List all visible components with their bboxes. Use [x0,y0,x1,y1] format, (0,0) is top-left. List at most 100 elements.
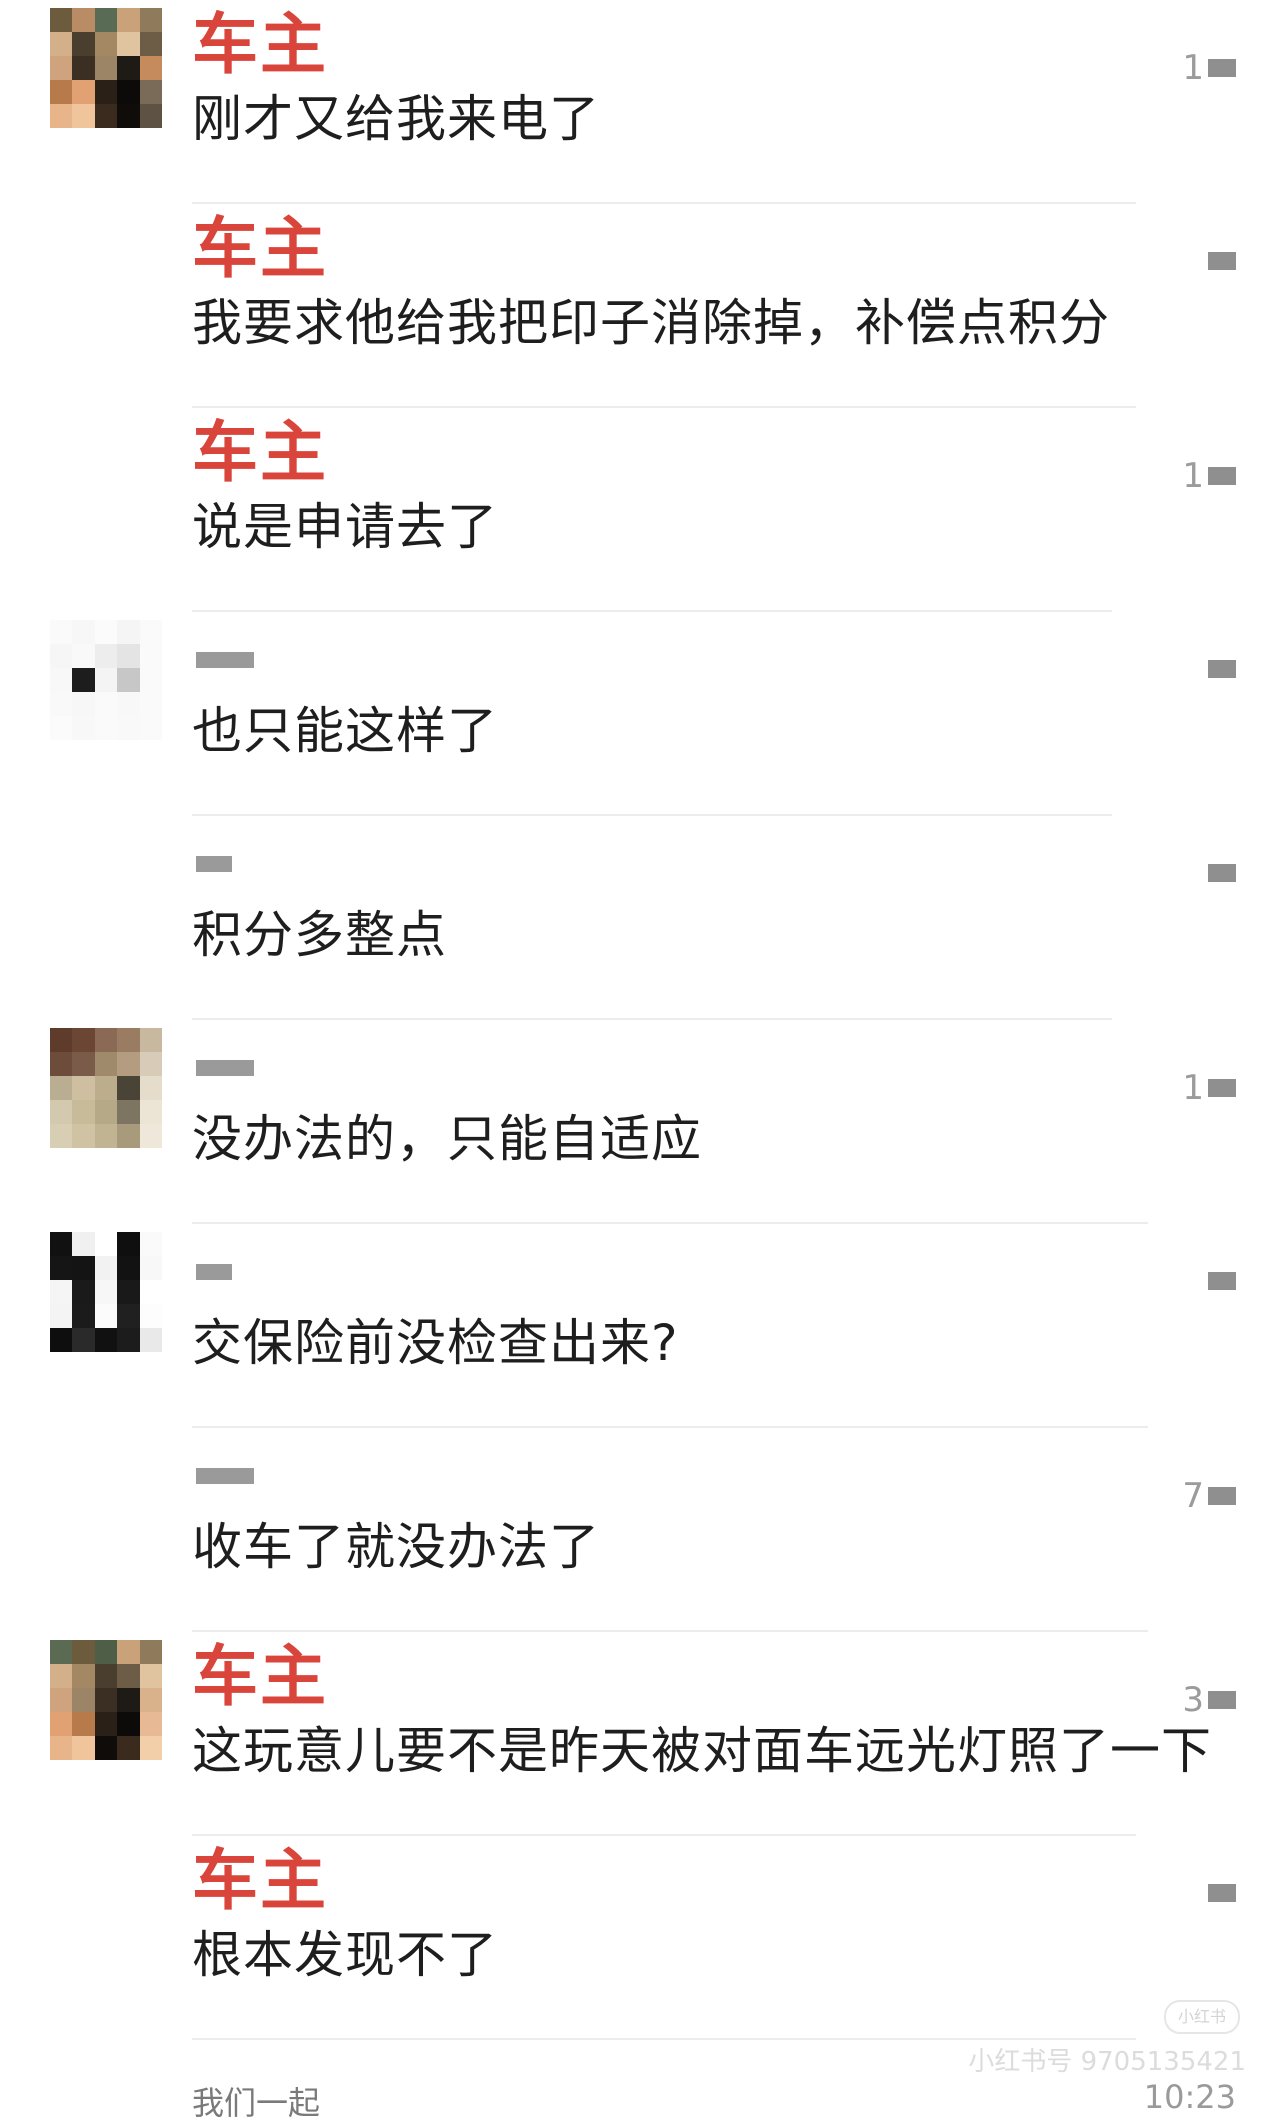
message-item[interactable]: 没办法的，只能自适应 1 [0,1020,1276,1224]
avatar-pixel [94,716,118,740]
avatar-pixel [139,1100,162,1124]
avatar-pixel [94,1124,118,1148]
avatar[interactable] [50,620,162,740]
message-timestamp [1204,660,1236,678]
avatar-pixel [50,1640,73,1664]
divider [192,2038,1136,2040]
avatar-pixel [72,1712,95,1736]
sender-name-redacted [196,1060,254,1076]
message-item[interactable]: 积分多整点 [0,816,1276,1020]
avatar-pixel [94,1688,118,1712]
avatar-pixel [117,1100,140,1124]
avatar-pixel [72,1664,95,1688]
avatar-pixel [72,80,95,104]
avatar-pixel [139,1736,162,1760]
avatar-pixel [139,1664,162,1688]
avatar-pixel [139,1712,162,1736]
timestamp-redacted [1208,59,1236,77]
avatar-pixel [94,1736,118,1760]
avatar-pixel [94,32,118,56]
avatar[interactable] [50,1232,162,1352]
avatar-pixel [50,1232,73,1256]
avatar-pixel [139,644,162,668]
avatar-pixel [50,1256,73,1280]
avatar-pixel [139,80,162,104]
avatar-pixel [117,1280,140,1304]
timestamp-redacted [1208,467,1236,485]
sender-name: 车主 [192,1842,328,1919]
message-item[interactable]: 收车了就没办法了 7 [0,1428,1276,1632]
message-item[interactable]: 车主 我要求他给我把印子消除掉，补偿点积分 [0,204,1276,408]
timestamp-text: 1 [1182,456,1204,496]
avatar-pixel [50,668,73,692]
message-item[interactable]: 车主 根本发现不了 [0,1836,1276,2040]
avatar-pixel [72,32,95,56]
timestamp-redacted [1208,1487,1236,1505]
avatar-pixel [72,1232,95,1256]
avatar-pixel [50,1100,73,1124]
avatar[interactable] [50,1028,162,1148]
avatar-pixel [50,1124,73,1148]
timestamp-redacted [1208,1079,1236,1097]
timestamp-text: 1 [1182,48,1204,88]
avatar[interactable] [50,1640,162,1760]
avatar-pixel [139,1028,162,1052]
avatar-pixel [72,716,95,740]
message-item[interactable]: 车主 这玩意儿要不是昨天被对面车远光灯照了一下 3 [0,1632,1276,1836]
avatar-pixel [94,668,118,692]
avatar-pixel [72,1688,95,1712]
watermark-logo: 小红书 [1164,2000,1240,2034]
avatar-pixel [50,1664,73,1688]
message-item[interactable]: 车主 说是申请去了 1 [0,408,1276,612]
avatar-pixel [72,1280,95,1304]
avatar-pixel [139,1280,162,1304]
avatar-pixel [94,1328,118,1352]
avatar-pixel [139,56,162,80]
avatar-pixel [94,1304,118,1328]
avatar-pixel [139,1076,162,1100]
message-text: 我要求他给我把印子消除掉，补偿点积分 [192,294,1110,352]
avatar-pixel [94,1256,118,1280]
message-text: 也只能这样了 [192,702,498,760]
avatar-pixel [50,1280,73,1304]
message-timestamp [1204,864,1236,882]
avatar-pixel [117,1688,140,1712]
sender-name: 车主 [192,6,328,83]
timestamp-redacted [1208,660,1236,678]
avatar-pixel [117,1124,140,1148]
avatar-pixel [117,56,140,80]
avatar-pixel [117,1232,140,1256]
message-item[interactable]: 也只能这样了 [0,612,1276,816]
avatar-pixel [50,1736,73,1760]
avatar-pixel [72,104,95,128]
avatar-pixel [139,620,162,644]
avatar-pixel [117,1664,140,1688]
avatar-pixel [50,620,73,644]
avatar-pixel [139,8,162,32]
avatar-pixel [72,644,95,668]
avatar-pixel [94,1100,118,1124]
avatar-pixel [117,1712,140,1736]
avatar-pixel [72,8,95,32]
message-timestamp: 1 [1182,1068,1236,1108]
message-item[interactable]: 交保险前没检查出来? [0,1224,1276,1428]
message-item[interactable]: 车主 刚才又给我来电了 1 [0,0,1276,204]
timestamp-redacted [1208,252,1236,270]
message-text: 根本发现不了 [192,1926,498,1984]
avatar-pixel [139,1640,162,1664]
avatar-pixel [117,1304,140,1328]
avatar-pixel [117,668,140,692]
avatar-pixel [94,104,118,128]
avatar-pixel [72,620,95,644]
avatar-pixel [50,32,73,56]
avatar-pixel [50,104,73,128]
avatar-pixel [117,80,140,104]
avatar-pixel [139,1328,162,1352]
avatar-pixel [94,8,118,32]
avatar-pixel [117,8,140,32]
avatar-pixel [72,1736,95,1760]
avatar-pixel [94,1640,118,1664]
message-timestamp [1204,1884,1236,1902]
avatar[interactable] [50,8,162,128]
avatar-pixel [72,1052,95,1076]
